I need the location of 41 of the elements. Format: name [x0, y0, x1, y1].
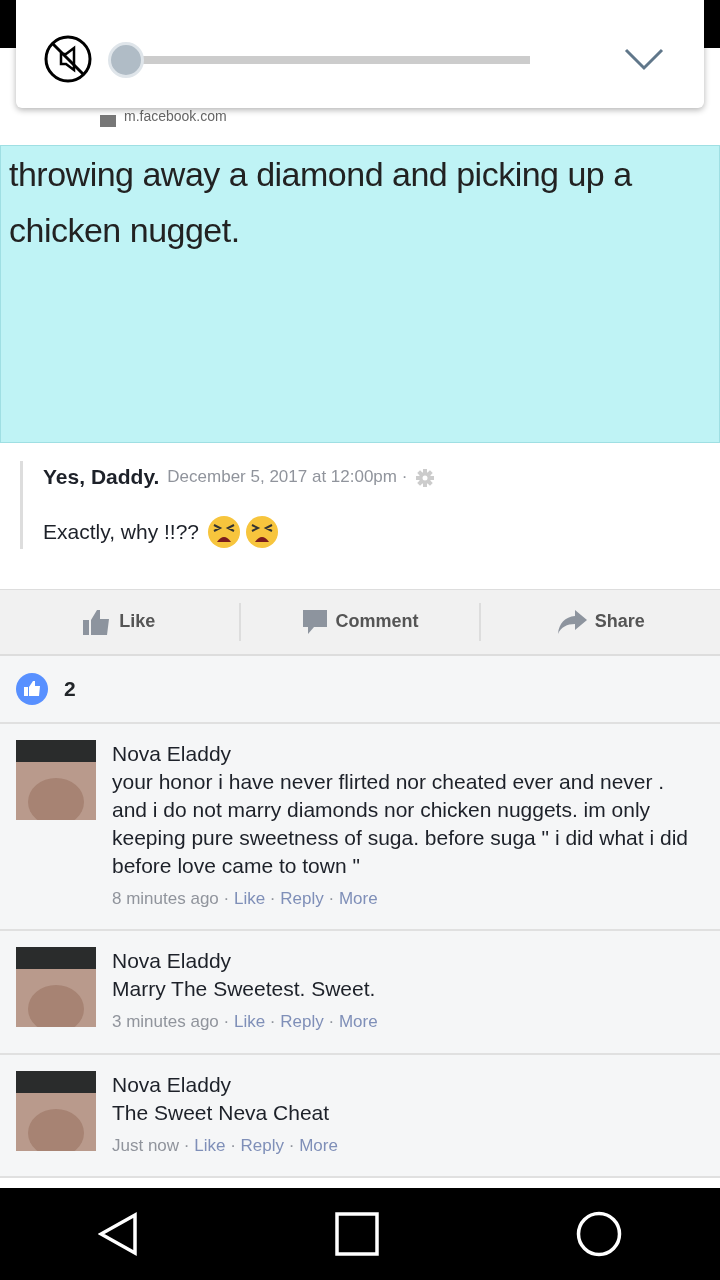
avatar[interactable] [16, 739, 96, 820]
avatar[interactable] [16, 1070, 96, 1151]
comment-time: 8 minutes ago [112, 888, 219, 908]
comment-author[interactable]: Nova Eladdy [112, 1070, 704, 1099]
comment-time: 3 minutes ago [112, 1012, 219, 1031]
dot-separator: · [269, 888, 276, 908]
share-button[interactable]: Share [481, 607, 720, 636]
comment-author[interactable]: Nova Eladdy [112, 947, 704, 975]
back-icon[interactable] [98, 1212, 139, 1256]
dot-separator: · [223, 888, 230, 908]
dot-separator: · [328, 1012, 335, 1031]
like-button[interactable]: Like [0, 607, 239, 636]
tired-face-icon [207, 514, 241, 549]
tired-face-icon [245, 514, 279, 549]
speech-bubble-icon [301, 608, 328, 635]
source-link[interactable]: m.facebook.com [124, 106, 227, 127]
comment-text: your honor i have never flirted nor cheated ever and never . and i do not marry diamonds nor chicken nuggets. im only keeping pure sweetness of suga. before suga " i did what i did before love came to town " [112, 768, 689, 879]
home-icon[interactable] [575, 1211, 622, 1257]
quote-timestamp: December 5, 2017 at 12:00pm · [167, 466, 408, 488]
chevron-down-icon[interactable] [624, 47, 664, 72]
like-reaction-icon [16, 672, 48, 705]
dot-separator: · [288, 1135, 295, 1155]
mute-icon[interactable] [44, 35, 92, 83]
comment-text: Marry The Sweetest. Sweet. [112, 976, 377, 1002]
quote-text: Exactly, why !!?? [43, 518, 199, 545]
dot-separator: · [269, 1012, 276, 1031]
avatar[interactable] [16, 947, 96, 1027]
overview-icon[interactable] [335, 1212, 379, 1256]
dot-separator: · [183, 1135, 190, 1155]
comment-author[interactable]: Nova Eladdy [112, 739, 704, 768]
dot-separator: · [328, 888, 335, 908]
meme-caption: throwing away a diamond and picking up a chicken nugget. [9, 154, 634, 251]
comment-text: The Sweet Neva Cheat [112, 1099, 331, 1126]
like-count[interactable]: 2 [64, 672, 76, 705]
comment-button[interactable]: Comment [240, 607, 480, 636]
quote-author[interactable]: Yes, Daddy. [43, 461, 160, 493]
dot-separator: · [223, 1012, 230, 1031]
dot-separator: · [230, 1135, 236, 1155]
share-arrow-icon [556, 609, 587, 634]
comment-time: Just now [112, 1135, 180, 1155]
thumbs-up-icon [83, 608, 112, 635]
